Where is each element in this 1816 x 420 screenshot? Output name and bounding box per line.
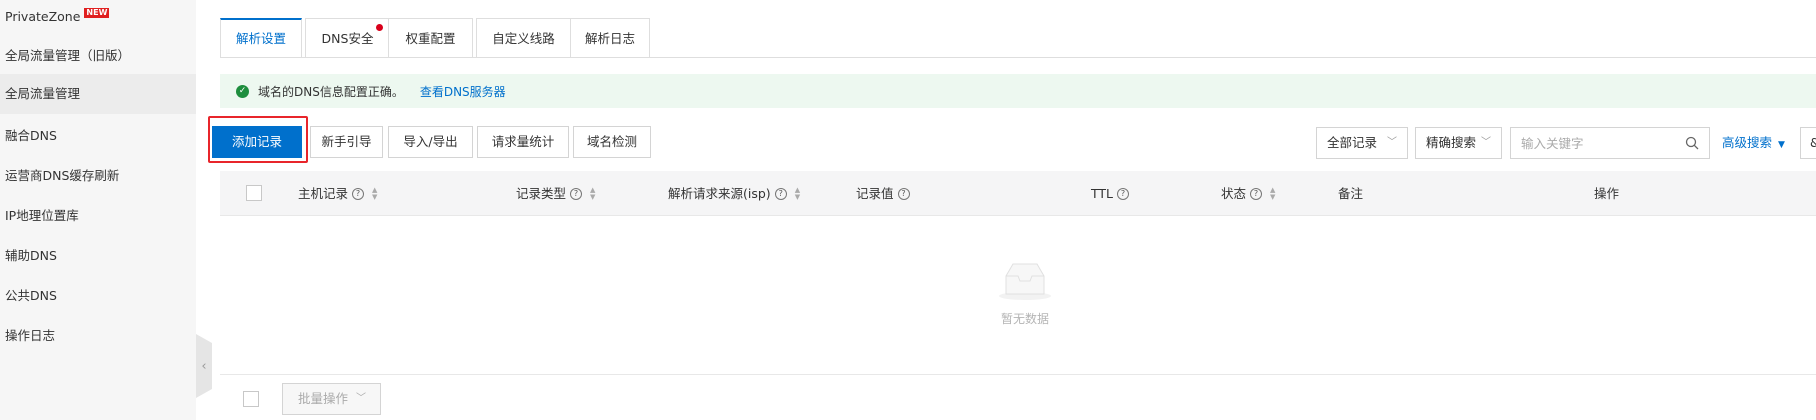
sidebar-item-privatezone[interactable]: PrivateZone NEW bbox=[0, 0, 196, 37]
sidebar-item-fusion-dns[interactable]: 融合DNS bbox=[0, 116, 196, 156]
help-icon[interactable]: ? bbox=[352, 187, 365, 200]
select-value: 精确搜索 bbox=[1426, 135, 1477, 150]
edge-button-label: & bbox=[1810, 136, 1816, 150]
sort-icon[interactable]: ▲ ▼ bbox=[590, 186, 595, 201]
sidebar-item-label: 公共DNS bbox=[5, 288, 57, 303]
view-dns-servers-link[interactable]: 查看DNS服务器 bbox=[420, 83, 506, 100]
footer-select-all-checkbox[interactable] bbox=[243, 391, 259, 407]
column-ttl: TTL ? bbox=[1091, 171, 1130, 216]
help-icon[interactable]: ? bbox=[570, 187, 583, 200]
success-alert: ✓ 域名的DNS信息配置正确。 查看DNS服务器 bbox=[220, 74, 1816, 108]
column-host-record[interactable]: 主机记录 ? ▲ ▼ bbox=[298, 171, 377, 216]
caret-down-icon: ▼ bbox=[1778, 140, 1785, 150]
alert-message: 域名的DNS信息配置正确。 bbox=[258, 84, 404, 99]
import-export-button[interactable]: 导入/导出 bbox=[388, 126, 473, 158]
column-label: 记录类型 bbox=[516, 186, 567, 201]
column-label: 备注 bbox=[1338, 186, 1364, 201]
search-input[interactable] bbox=[1511, 128, 1671, 158]
tab-resolve-settings[interactable]: 解析设置 bbox=[220, 18, 302, 58]
sort-icon[interactable]: ▲ ▼ bbox=[372, 186, 377, 201]
empty-state-text: 暂无数据 bbox=[1000, 312, 1049, 326]
sidebar-item-operation-log[interactable]: 操作日志 bbox=[0, 316, 196, 356]
new-badge: NEW bbox=[84, 8, 110, 18]
select-value: 全部记录 bbox=[1327, 135, 1378, 150]
batch-operations-dropdown[interactable]: 批量操作 ﹀ bbox=[282, 383, 381, 415]
chevron-left-icon: ‹ bbox=[201, 358, 207, 374]
search-box bbox=[1510, 127, 1710, 159]
column-label: 状态 bbox=[1221, 186, 1247, 201]
select-all-checkbox[interactable] bbox=[246, 185, 262, 201]
sort-icon[interactable]: ▲ ▼ bbox=[795, 186, 800, 201]
sidebar: PrivateZone NEW 全局流量管理（旧版） 全局流量管理 融合DNS 运… bbox=[0, 0, 196, 420]
column-status[interactable]: 状态 ? ▲ ▼ bbox=[1221, 171, 1275, 216]
column-record-type[interactable]: 记录类型 ? ▲ ▼ bbox=[516, 171, 595, 216]
sidebar-item-ip-geo[interactable]: IP地理位置库 bbox=[0, 196, 196, 236]
sidebar-item-gtm-legacy[interactable]: 全局流量管理（旧版） bbox=[0, 36, 196, 76]
sidebar-item-public-dns[interactable]: 公共DNS bbox=[0, 276, 196, 316]
column-remark: 备注 bbox=[1338, 171, 1363, 216]
chevron-down-icon: ﹀ bbox=[356, 393, 366, 404]
sort-icon[interactable]: ▲ ▼ bbox=[1270, 186, 1275, 201]
chevron-down-icon: ﹀ bbox=[1481, 137, 1491, 148]
sidebar-item-label: 辅助DNS bbox=[5, 248, 57, 263]
tab-weight-config[interactable]: 权重配置 bbox=[388, 18, 473, 58]
column-request-source[interactable]: 解析请求来源(isp) ? ▲ ▼ bbox=[668, 171, 800, 216]
column-label: TTL bbox=[1091, 186, 1114, 201]
sidebar-item-label: 运营商DNS缓存刷新 bbox=[5, 168, 120, 183]
tab-label: 自定义线路 bbox=[492, 31, 555, 46]
guide-button[interactable]: 新手引导 bbox=[310, 126, 383, 158]
sidebar-item-gtm[interactable]: 全局流量管理 bbox=[0, 74, 196, 114]
help-icon[interactable]: ? bbox=[1117, 187, 1130, 200]
check-circle-icon: ✓ bbox=[236, 84, 249, 98]
domain-check-button[interactable]: 域名检测 bbox=[573, 126, 651, 158]
advanced-search-link[interactable]: 高级搜索 ▼ bbox=[1722, 127, 1785, 159]
sidebar-item-isp-cache-refresh[interactable]: 运营商DNS缓存刷新 bbox=[0, 156, 196, 196]
record-filter-select[interactable]: 全部记录 ﹀ bbox=[1316, 127, 1408, 159]
table-footer-divider bbox=[220, 374, 1816, 375]
column-actions: 操作 bbox=[1594, 171, 1619, 216]
edge-button[interactable]: & bbox=[1800, 127, 1816, 159]
help-icon[interactable]: ? bbox=[774, 187, 787, 200]
tab-dns-security[interactable]: DNS安全 bbox=[305, 18, 390, 58]
tabs-divider bbox=[220, 57, 1816, 58]
tab-resolve-log[interactable]: 解析日志 bbox=[570, 18, 650, 58]
sidebar-item-label: 全局流量管理 bbox=[5, 86, 81, 101]
sidebar-item-label: 操作日志 bbox=[5, 328, 56, 343]
tab-label: 解析设置 bbox=[235, 31, 286, 46]
sidebar-item-label: 全局流量管理（旧版） bbox=[5, 48, 131, 63]
help-icon[interactable]: ? bbox=[897, 187, 910, 200]
sidebar-item-label: IP地理位置库 bbox=[5, 208, 79, 223]
highlight-box bbox=[208, 116, 308, 163]
sidebar-item-secondary-dns[interactable]: 辅助DNS bbox=[0, 236, 196, 276]
notification-dot bbox=[376, 24, 383, 31]
search-mode-select[interactable]: 精确搜索 ﹀ bbox=[1415, 127, 1502, 159]
tab-label: 解析日志 bbox=[584, 31, 635, 46]
request-stats-button[interactable]: 请求量统计 bbox=[477, 126, 569, 158]
search-icon[interactable] bbox=[1685, 136, 1699, 150]
column-label: 记录值 bbox=[856, 186, 894, 201]
batch-operations-label: 批量操作 bbox=[298, 391, 349, 406]
tab-custom-lines[interactable]: 自定义线路 bbox=[476, 18, 571, 58]
column-label: 操作 bbox=[1594, 186, 1620, 201]
sidebar-item-label: PrivateZone bbox=[5, 9, 81, 24]
sidebar-item-label: 融合DNS bbox=[5, 128, 57, 143]
app: PrivateZone NEW 全局流量管理（旧版） 全局流量管理 融合DNS 运… bbox=[0, 0, 1816, 420]
column-record-value: 记录值 ? bbox=[856, 171, 910, 216]
help-icon[interactable]: ? bbox=[1250, 187, 1263, 200]
chevron-down-icon: ﹀ bbox=[1387, 137, 1397, 148]
column-label: 解析请求来源(isp) bbox=[668, 186, 771, 201]
advanced-search-label: 高级搜索 bbox=[1722, 135, 1773, 150]
tab-label: DNS安全 bbox=[321, 31, 374, 46]
empty-box-icon bbox=[999, 263, 1051, 300]
tab-label: 权重配置 bbox=[405, 31, 456, 46]
table-header: 主机记录 ? ▲ ▼ 记录类型 ? ▲ ▼ 解析请求来源(isp) ? ▲ ▼ 记录值… bbox=[220, 171, 1816, 216]
sidebar-collapse-handle[interactable]: ‹ bbox=[196, 334, 212, 398]
column-label: 主机记录 bbox=[298, 186, 349, 201]
